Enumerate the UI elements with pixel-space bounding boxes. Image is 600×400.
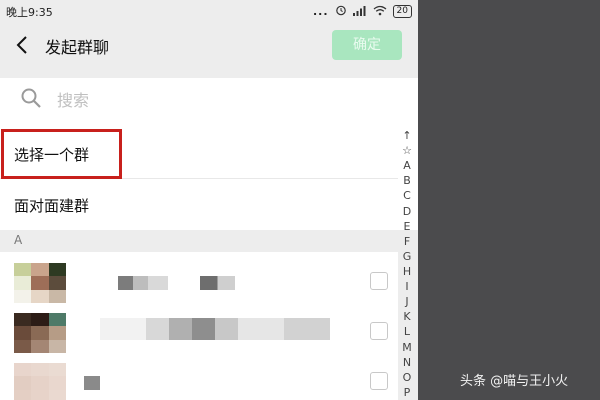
- avatar-tile: [31, 389, 49, 400]
- section-header: A: [0, 230, 398, 252]
- avatar-tile: [31, 276, 49, 290]
- phone-screen: 晚上9:35 ... 20 发起群聊 确定 选择一个群: [0, 0, 418, 400]
- avatar-tile: [48, 376, 66, 390]
- avatar-tile: [14, 376, 32, 390]
- divider: [0, 68, 418, 78]
- section-letter: A: [14, 233, 23, 247]
- face-to-face-label: 面对面建群: [14, 197, 90, 215]
- avatar-tile: [14, 313, 32, 327]
- contact-name-blurred: [100, 318, 330, 340]
- avatar-tile: [31, 263, 49, 277]
- avatar-tile: [48, 276, 66, 290]
- avatar-tile: [14, 263, 32, 277]
- select-checkbox[interactable]: [370, 272, 388, 290]
- list-item[interactable]: [0, 356, 398, 400]
- contact-name-blurred: [118, 276, 168, 290]
- list-item[interactable]: [0, 306, 398, 356]
- back-button[interactable]: [12, 34, 34, 56]
- index-letter[interactable]: A: [403, 158, 411, 173]
- index-letter[interactable]: K: [403, 309, 410, 324]
- contact-name-blurred: [84, 376, 100, 390]
- avatar-tile: [14, 276, 32, 290]
- title-bar: 发起群聊 确定: [0, 22, 418, 68]
- avatar: [14, 313, 66, 353]
- avatar-tile: [48, 363, 66, 377]
- chevron-left-icon: [16, 36, 27, 54]
- index-letter[interactable]: J: [405, 294, 408, 309]
- highlight-box: [1, 129, 122, 179]
- face-to-face-row[interactable]: 面对面建群: [0, 180, 398, 228]
- index-letter[interactable]: L: [404, 324, 410, 339]
- select-checkbox[interactable]: [370, 322, 388, 340]
- avatar-tile: [31, 326, 49, 340]
- search-bar[interactable]: [0, 78, 418, 120]
- search-input[interactable]: [55, 86, 359, 114]
- page-title: 发起群聊: [45, 38, 110, 57]
- index-letter[interactable]: B: [403, 173, 411, 188]
- battery-icon: 20: [392, 5, 412, 18]
- avatar-tile: [31, 363, 49, 377]
- contact-name-blurred: [200, 276, 235, 290]
- select-checkbox[interactable]: [370, 372, 388, 390]
- index-letter[interactable]: E: [404, 219, 411, 234]
- status-bar: 晚上9:35 ... 20: [0, 0, 418, 22]
- alarm-icon: [335, 4, 347, 19]
- avatar-tile: [48, 289, 66, 303]
- index-letter[interactable]: N: [403, 355, 411, 370]
- index-letter[interactable]: I: [405, 279, 408, 294]
- avatar-tile: [14, 389, 32, 400]
- index-letter[interactable]: H: [403, 264, 411, 279]
- avatar-tile: [48, 263, 66, 277]
- index-letter[interactable]: ☆: [402, 143, 412, 158]
- wifi-icon: [373, 5, 387, 19]
- avatar: [14, 263, 66, 303]
- index-letter[interactable]: P: [404, 385, 411, 400]
- avatar-tile: [31, 339, 49, 353]
- index-letter[interactable]: M: [402, 340, 412, 355]
- avatar-tile: [14, 289, 32, 303]
- index-letter[interactable]: G: [403, 249, 412, 264]
- index-letter[interactable]: D: [403, 204, 411, 219]
- watermark: 头条 @喵与王小火: [460, 374, 569, 389]
- signal-icon: [352, 5, 367, 19]
- index-letter[interactable]: ↑: [402, 128, 411, 143]
- index-letter[interactable]: F: [404, 234, 410, 249]
- avatar-tile: [48, 313, 66, 327]
- avatar-tile: [14, 326, 32, 340]
- avatar-tile: [31, 289, 49, 303]
- status-time: 晚上9:35: [6, 6, 53, 19]
- index-letter[interactable]: C: [403, 188, 411, 203]
- avatar-tile: [14, 339, 32, 353]
- avatar-tile: [48, 389, 66, 400]
- avatar-tile: [31, 376, 49, 390]
- contact-list: [0, 252, 398, 400]
- status-icons: ... 20: [313, 4, 412, 19]
- search-icon: [20, 87, 42, 109]
- side-panel: [418, 0, 600, 400]
- avatar-tile: [14, 363, 32, 377]
- avatar-tile: [48, 326, 66, 340]
- list-item[interactable]: [0, 256, 398, 306]
- more-icon: ...: [313, 5, 329, 18]
- avatar-tile: [48, 339, 66, 353]
- confirm-button[interactable]: 确定: [332, 30, 402, 60]
- alphabet-index-bar[interactable]: ↑ ☆ A B C D E F G H I J K L M N O P: [398, 128, 416, 400]
- index-letter[interactable]: O: [403, 370, 412, 385]
- avatar-tile: [31, 313, 49, 327]
- avatar: [14, 363, 66, 400]
